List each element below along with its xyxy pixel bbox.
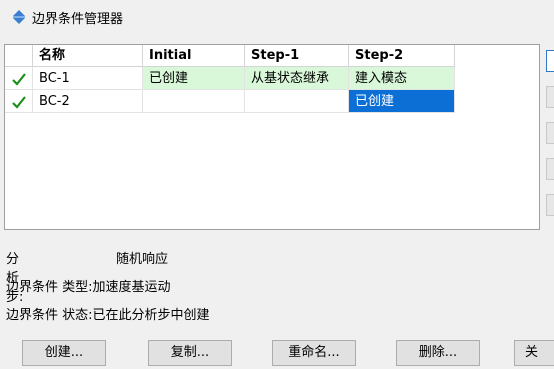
header-initial[interactable]: Initial: [143, 45, 245, 67]
side-button-1[interactable]: [546, 50, 554, 72]
checkmark-icon: [12, 96, 26, 109]
table-row[interactable]: BC-1 已创建 从基状态继承 建入模态: [5, 67, 539, 90]
side-button-5[interactable]: [546, 194, 554, 216]
window-title: 边界条件管理器: [32, 12, 124, 27]
create-button[interactable]: 创建...: [22, 340, 106, 366]
type-value: 加速度基运动: [92, 280, 171, 295]
step-value: 随机响应: [116, 252, 169, 267]
status-label: 边界条件 状态:: [6, 308, 93, 323]
checkmark-icon: [12, 73, 26, 86]
side-button-4[interactable]: [546, 158, 554, 180]
header-check-column: [5, 45, 33, 67]
header-name[interactable]: 名称: [33, 45, 143, 67]
cell-step-1[interactable]: 从基状态继承: [245, 67, 349, 90]
delete-button[interactable]: 删除...: [396, 340, 480, 366]
table-row[interactable]: BC-2 已创建: [5, 90, 539, 113]
copy-button[interactable]: 复制...: [148, 340, 232, 366]
partial-button[interactable]: 关: [514, 340, 554, 366]
row-check-cell[interactable]: [5, 90, 33, 113]
table-header: 名称 Initial Step-1 Step-2: [5, 45, 539, 67]
info-status: 边界条件 状态:已在此分析步中创建: [6, 304, 210, 323]
cell-step-1[interactable]: [245, 90, 349, 113]
status-value: 已在此分析步中创建: [92, 308, 210, 323]
rename-button[interactable]: 重命名...: [272, 340, 356, 366]
cell-name[interactable]: BC-1: [33, 67, 143, 90]
side-button-3[interactable]: [546, 122, 554, 144]
cell-initial[interactable]: [143, 90, 245, 113]
header-step-2[interactable]: Step-2: [349, 45, 455, 67]
header-step-1[interactable]: Step-1: [245, 45, 349, 67]
cell-initial[interactable]: 已创建: [143, 67, 245, 90]
cell-name[interactable]: BC-2: [33, 90, 143, 113]
cell-step-2-selected[interactable]: 已创建: [349, 90, 455, 113]
type-label: 边界条件 类型:: [6, 280, 93, 295]
side-button-2[interactable]: [546, 86, 554, 108]
bc-manager-icon: [13, 10, 25, 24]
row-check-cell[interactable]: [5, 67, 33, 90]
info-type: 边界条件 类型:加速度基运动: [6, 276, 171, 295]
boundary-conditions-table: 名称 Initial Step-1 Step-2 BC-1 已创建 从基状态继承…: [4, 44, 540, 230]
title-bar: 边界条件管理器: [0, 0, 554, 34]
cell-step-2[interactable]: 建入模态: [349, 67, 455, 90]
